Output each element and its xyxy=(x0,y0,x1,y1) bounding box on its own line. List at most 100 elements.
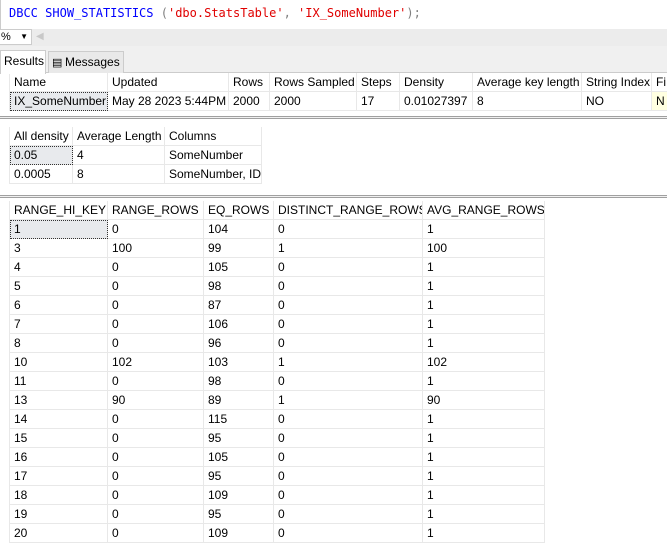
grid-cell[interactable]: May 28 2023 5:44PM xyxy=(108,92,229,111)
grid-cell[interactable]: 1 xyxy=(274,353,423,372)
grid-cell[interactable]: 99 xyxy=(204,239,274,258)
grid-cell[interactable]: 95 xyxy=(204,467,274,486)
grid-cell[interactable]: 0 xyxy=(274,429,423,448)
column-header[interactable]: RANGE_HI_KEY xyxy=(10,201,108,220)
grid-cell[interactable]: 20 xyxy=(10,524,108,543)
column-header[interactable]: Steps xyxy=(357,73,400,92)
grid-cell[interactable]: 1 xyxy=(423,486,545,505)
grid-cell[interactable]: 0 xyxy=(108,410,204,429)
grid-cell[interactable]: 0 xyxy=(274,486,423,505)
column-header[interactable]: DISTINCT_RANGE_ROWS xyxy=(274,201,423,220)
grid-cell[interactable]: 0 xyxy=(108,505,204,524)
grid-cell[interactable]: 0 xyxy=(108,467,204,486)
grid-cell[interactable]: 98 xyxy=(204,277,274,296)
grid-cell[interactable]: 4 xyxy=(10,258,108,277)
grid-cell[interactable]: 6 xyxy=(10,296,108,315)
grid-cell[interactable]: 1 xyxy=(274,391,423,410)
grid-cell[interactable]: 105 xyxy=(204,448,274,467)
grid-cell[interactable]: 16 xyxy=(10,448,108,467)
grid-cell[interactable]: 1 xyxy=(423,258,545,277)
grid-cell[interactable]: 0 xyxy=(108,334,204,353)
grid-cell[interactable]: 2000 xyxy=(270,92,357,111)
grid-cell[interactable]: N xyxy=(652,92,667,111)
grid-cell[interactable]: 0 xyxy=(108,372,204,391)
grid-cell[interactable]: 11 xyxy=(10,372,108,391)
grid-cell[interactable]: 0 xyxy=(108,524,204,543)
grid-cell[interactable]: 1 xyxy=(423,524,545,543)
grid-cell[interactable]: 98 xyxy=(204,372,274,391)
grid-cell[interactable]: 1 xyxy=(423,334,545,353)
grid-cell[interactable]: 0 xyxy=(274,258,423,277)
grid-cell[interactable]: 0.01027397 xyxy=(400,92,473,111)
grid-cell[interactable]: 13 xyxy=(10,391,108,410)
grid-cell[interactable]: 0 xyxy=(274,467,423,486)
grid-cell[interactable]: 14 xyxy=(10,410,108,429)
column-header[interactable]: Rows Sampled xyxy=(270,73,357,92)
grid-cell[interactable]: 15 xyxy=(10,429,108,448)
grid-cell[interactable]: 0 xyxy=(274,277,423,296)
grid-cell[interactable]: 0.0005 xyxy=(10,165,73,184)
grid-cell[interactable]: 105 xyxy=(204,258,274,277)
grid-cell[interactable]: 1 xyxy=(423,410,545,429)
column-header[interactable]: Density xyxy=(400,73,473,92)
grid-cell[interactable]: SomeNumber xyxy=(165,146,262,165)
grid-cell[interactable]: 0 xyxy=(274,372,423,391)
grid-cell[interactable]: 1 xyxy=(423,372,545,391)
grid-cell[interactable]: NO xyxy=(582,92,652,111)
grid-cell[interactable]: 109 xyxy=(204,486,274,505)
grid-cell[interactable]: 1 xyxy=(423,429,545,448)
grid-cell[interactable]: 1 xyxy=(423,315,545,334)
zoom-dropdown[interactable]: % ▼ xyxy=(0,29,32,45)
grid-cell[interactable]: 115 xyxy=(204,410,274,429)
grid-cell[interactable]: 0 xyxy=(274,524,423,543)
grid-cell[interactable]: 87 xyxy=(204,296,274,315)
grid-cell[interactable]: 95 xyxy=(204,505,274,524)
grid-cell[interactable]: 100 xyxy=(423,239,545,258)
grid-cell[interactable]: 4 xyxy=(73,146,165,165)
grid-cell[interactable]: 90 xyxy=(108,391,204,410)
grid-cell[interactable]: 0 xyxy=(108,277,204,296)
grid-cell[interactable]: 1 xyxy=(423,296,545,315)
column-header[interactable]: AVG_RANGE_ROWS xyxy=(423,201,545,220)
grid-cell[interactable]: 90 xyxy=(423,391,545,410)
column-header[interactable]: String Index xyxy=(582,73,652,92)
grid-cell[interactable]: 0 xyxy=(108,220,204,239)
grid-cell[interactable]: 19 xyxy=(10,505,108,524)
grid-cell[interactable]: 1 xyxy=(423,220,545,239)
grid-cell[interactable]: 102 xyxy=(108,353,204,372)
column-header[interactable]: EQ_ROWS xyxy=(204,201,274,220)
grid-cell[interactable]: 5 xyxy=(10,277,108,296)
grid-cell[interactable]: IX_SomeNumber xyxy=(10,92,108,111)
grid-cell[interactable]: 0 xyxy=(274,505,423,524)
grid-cell[interactable]: 103 xyxy=(204,353,274,372)
grid-cell[interactable]: 10 xyxy=(10,353,108,372)
column-header[interactable]: All density xyxy=(10,127,73,146)
column-header[interactable]: Updated xyxy=(108,73,229,92)
grid-cell[interactable]: 1 xyxy=(274,239,423,258)
grid-cell[interactable]: 7 xyxy=(10,315,108,334)
grid-splitter[interactable] xyxy=(0,195,667,198)
grid-cell[interactable]: 1 xyxy=(10,220,108,239)
grid-cell[interactable]: 3 xyxy=(10,239,108,258)
grid-cell[interactable]: 95 xyxy=(204,429,274,448)
grid-cell[interactable]: 1 xyxy=(423,277,545,296)
column-header[interactable]: Fi xyxy=(652,73,667,92)
column-header[interactable]: Name xyxy=(10,73,108,92)
grid-cell[interactable]: 0 xyxy=(108,429,204,448)
grid-cell[interactable]: 89 xyxy=(204,391,274,410)
grid-cell[interactable]: 8 xyxy=(473,92,582,111)
grid-cell[interactable]: 0 xyxy=(108,315,204,334)
grid-splitter[interactable] xyxy=(0,116,667,119)
grid-cell[interactable]: 17 xyxy=(357,92,400,111)
grid-cell[interactable]: 0 xyxy=(274,315,423,334)
grid-cell[interactable]: 0 xyxy=(108,258,204,277)
grid-cell[interactable]: 0 xyxy=(108,448,204,467)
grid-cell[interactable]: 0 xyxy=(274,448,423,467)
grid-cell[interactable]: 0 xyxy=(274,220,423,239)
grid-cell[interactable]: 8 xyxy=(10,334,108,353)
grid-cell[interactable]: 18 xyxy=(10,486,108,505)
column-header[interactable]: Columns xyxy=(165,127,262,146)
grid-cell[interactable]: SomeNumber, ID xyxy=(165,165,262,184)
grid-cell[interactable]: 109 xyxy=(204,524,274,543)
grid-cell[interactable]: 0 xyxy=(274,410,423,429)
